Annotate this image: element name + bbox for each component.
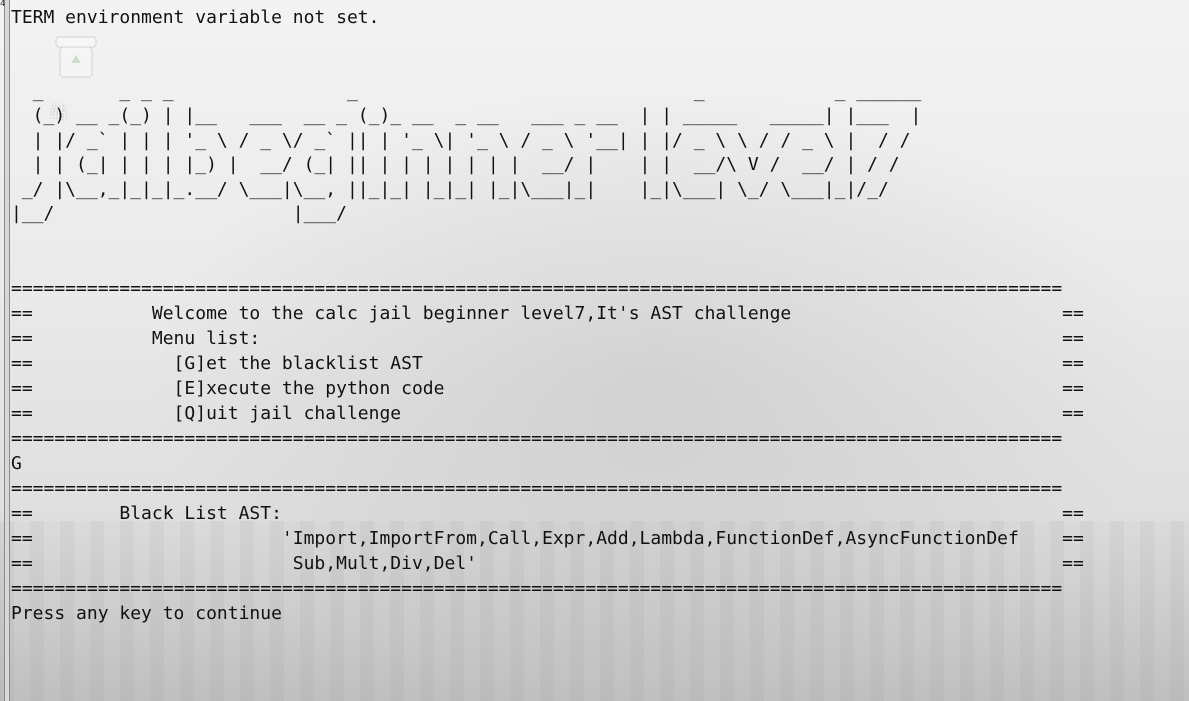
menu-item-execute: == [E]xecute the python code == xyxy=(11,378,1084,400)
separator-line: ========================================… xyxy=(11,478,1063,500)
terminal-output[interactable]: TERM environment variable not set. _ _ _… xyxy=(11,5,1181,695)
ascii-banner: _ _ _ _ _ _ _ ______ (_) __ _(_) | |__ _… xyxy=(11,80,1181,226)
banner-line: | | (_| | | | |_) | __/ (_| || | | | | |… xyxy=(11,154,900,176)
blacklist-title: == Black List AST: == xyxy=(11,503,1084,525)
banner-line: _ _ _ _ _ _ _ ______ xyxy=(11,81,922,102)
window-left-border[interactable] xyxy=(4,0,10,701)
banner-line: _/ |\__,_|_|_|_.__/ \___|\__, ||_|_| |_|… xyxy=(11,178,889,200)
menu-welcome: == Welcome to the calc jail beginner lev… xyxy=(11,303,1084,325)
menu-item-get-blacklist: == [G]et the blacklist AST == xyxy=(11,353,1084,375)
separator-line: ========================================… xyxy=(11,428,1063,450)
separator-line: ========================================… xyxy=(11,578,1063,600)
user-input: G xyxy=(11,453,22,475)
banner-line: (_) __ _(_) | |__ ___ __ _ (_)_ __ _ __ … xyxy=(11,105,922,127)
term-warning: TERM environment variable not set. xyxy=(11,7,380,28)
menu-title: == Menu list: == xyxy=(11,328,1084,350)
blacklist-items: == 'Import,ImportFrom,Call,Expr,Add,Lamb… xyxy=(11,528,1084,550)
menu-item-quit: == [Q]uit jail challenge == xyxy=(11,403,1084,425)
window-corner-mark: 4 xyxy=(0,0,6,9)
banner-line: |__/ |___/ xyxy=(11,203,347,225)
continue-prompt: Press any key to continue xyxy=(11,603,282,625)
banner-line: | |/ _` | | | '_ \ / _ \/ _` || | '_ \| … xyxy=(11,129,911,151)
separator-line: ========================================… xyxy=(11,278,1063,300)
blacklist-items-cont: == Sub,Mult,Div,Del' == xyxy=(11,553,1084,575)
